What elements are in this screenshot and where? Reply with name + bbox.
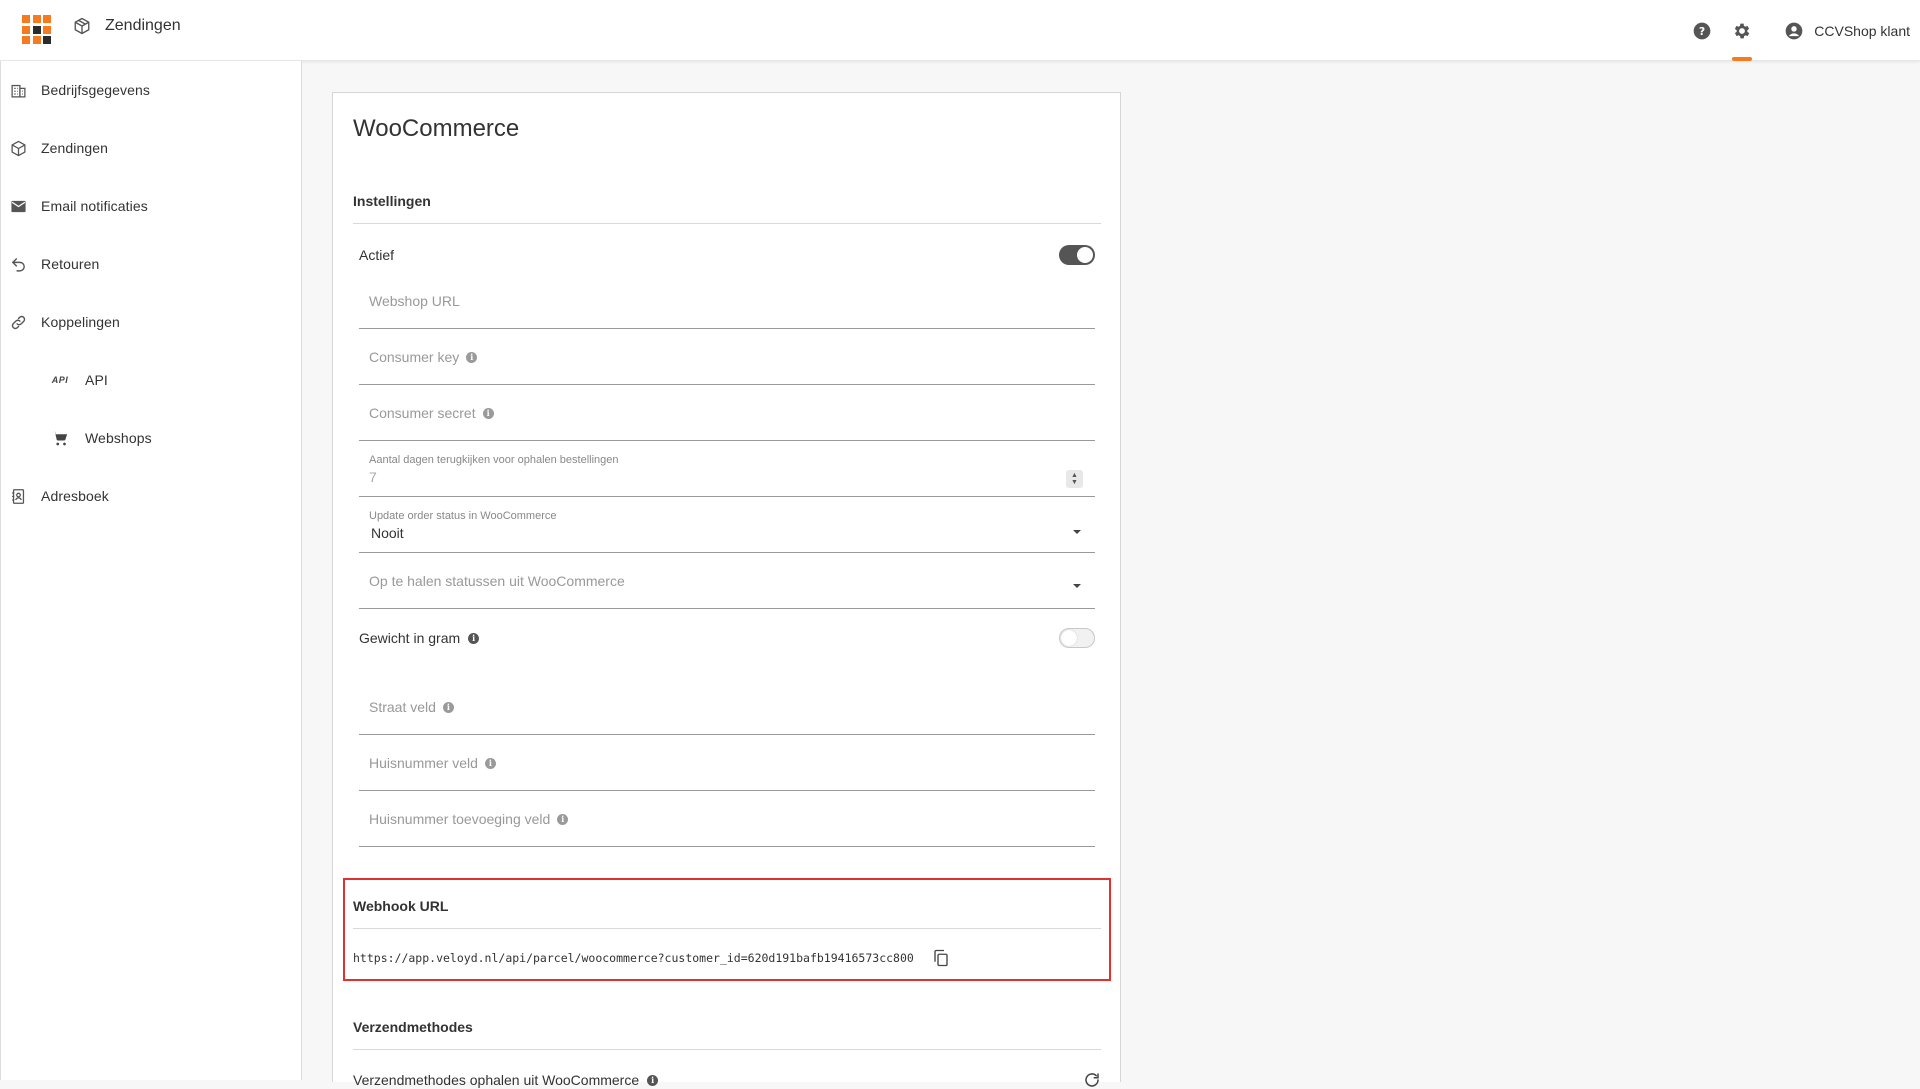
apps-grid-icon[interactable] bbox=[22, 15, 51, 44]
copy-icon[interactable] bbox=[932, 948, 950, 968]
sidebar-item-label: Email notificaties bbox=[41, 198, 148, 214]
api-icon: API bbox=[51, 371, 69, 389]
sidebar-item-label: Koppelingen bbox=[41, 314, 120, 330]
settings-button[interactable] bbox=[1722, 0, 1762, 61]
top-bar: Zendingen ? CCVShop klant bbox=[0, 0, 1920, 61]
housenumber-field-input[interactable]: Huisnummer veld i bbox=[359, 735, 1095, 791]
webshop-url-input[interactable]: Webshop URL bbox=[359, 273, 1095, 329]
user-name: CCVShop klant bbox=[1814, 22, 1910, 39]
mail-icon bbox=[10, 200, 26, 212]
sidebar-item-label: Webshops bbox=[85, 430, 152, 446]
sidebar-item-label: Retouren bbox=[41, 256, 100, 272]
caret-down-icon bbox=[1073, 584, 1081, 588]
section-heading-webhook: Webhook URL bbox=[353, 898, 1101, 929]
refresh-icon[interactable] bbox=[1083, 1071, 1101, 1089]
section-heading-verzendmethodes: Verzendmethodes bbox=[353, 1019, 1101, 1050]
sidebar: Bedrijfsgegevens Zendingen Email notific… bbox=[0, 61, 302, 1080]
number-stepper[interactable]: ▲ ▼ bbox=[1066, 470, 1083, 488]
info-icon[interactable]: i bbox=[468, 632, 480, 644]
days-lookback-input[interactable]: Aantal dagen terugkijken voor ophalen be… bbox=[359, 441, 1095, 497]
housenumber-addition-input[interactable]: Huisnummer toevoeging veld i bbox=[359, 791, 1095, 847]
sidebar-item-email-notificaties[interactable]: Email notificaties bbox=[1, 177, 301, 235]
woocommerce-card: WooCommerce Instellingen Actief Webshop … bbox=[332, 92, 1121, 1088]
weight-label: Gewicht in gram bbox=[359, 630, 461, 646]
help-button[interactable]: ? bbox=[1682, 0, 1722, 61]
update-order-status-label: Update order status in WooCommerce bbox=[369, 510, 557, 522]
days-lookback-value: 7 bbox=[369, 469, 377, 485]
sidebar-item-label: Adresboek bbox=[41, 488, 109, 504]
cart-icon bbox=[52, 431, 68, 446]
section-heading-instellingen: Instellingen bbox=[353, 193, 1101, 224]
chevron-up-icon[interactable]: ▲ bbox=[1071, 472, 1078, 479]
svg-text:?: ? bbox=[1699, 24, 1705, 37]
app-title[interactable]: Zendingen bbox=[73, 17, 181, 35]
shipping-fetch-label: Verzendmethodes ophalen uit WooCommerce bbox=[353, 1072, 640, 1088]
consumer-secret-placeholder: Consumer secret bbox=[369, 405, 476, 421]
help-icon: ? bbox=[1693, 22, 1711, 39]
caret-down-icon bbox=[1073, 530, 1081, 534]
active-row: Actief bbox=[359, 240, 1095, 270]
package-icon bbox=[10, 140, 26, 156]
info-icon[interactable]: i bbox=[442, 701, 454, 713]
sidebar-item-label: API bbox=[85, 372, 108, 388]
shipping-fetch-row: Verzendmethodes ophalen uit WooCommerce … bbox=[353, 1071, 1101, 1089]
app-title-label: Zendingen bbox=[105, 17, 181, 34]
housenumber-field-placeholder: Huisnummer veld bbox=[369, 755, 478, 771]
address-book-icon bbox=[11, 488, 24, 504]
consumer-key-placeholder: Consumer key bbox=[369, 349, 460, 365]
building-icon bbox=[10, 84, 26, 98]
info-icon[interactable]: i bbox=[484, 757, 496, 769]
days-lookback-label: Aantal dagen terugkijken voor ophalen be… bbox=[369, 454, 619, 466]
sidebar-item-koppelingen[interactable]: Koppelingen bbox=[1, 293, 301, 351]
webshop-url-placeholder: Webshop URL bbox=[369, 293, 460, 309]
link-icon bbox=[11, 315, 25, 329]
info-icon[interactable]: i bbox=[466, 351, 478, 363]
info-icon[interactable]: i bbox=[482, 407, 494, 419]
sidebar-item-webshops[interactable]: Webshops bbox=[1, 409, 301, 467]
fetch-statuses-placeholder: Op te halen statussen uit WooCommerce bbox=[369, 573, 625, 589]
housenumber-addition-placeholder: Huisnummer toevoeging veld bbox=[369, 811, 551, 827]
info-icon[interactable]: i bbox=[557, 813, 569, 825]
sidebar-item-adresboek[interactable]: Adresboek bbox=[1, 467, 301, 525]
active-label: Actief bbox=[359, 247, 395, 263]
user-menu[interactable]: CCVShop klant bbox=[1784, 21, 1910, 41]
consumer-key-input[interactable]: Consumer key i bbox=[359, 329, 1095, 385]
gear-icon bbox=[1735, 23, 1750, 38]
sidebar-item-zendingen[interactable]: Zendingen bbox=[1, 119, 301, 177]
street-field-placeholder: Straat veld bbox=[369, 699, 436, 715]
sidebar-item-api[interactable]: API API bbox=[1, 351, 301, 409]
update-order-status-select[interactable]: Update order status in WooCommerce Nooit bbox=[359, 497, 1095, 553]
account-icon bbox=[1785, 22, 1803, 39]
weight-toggle[interactable] bbox=[1059, 628, 1095, 648]
info-icon[interactable]: i bbox=[647, 1074, 659, 1086]
fetch-statuses-select[interactable]: Op te halen statussen uit WooCommerce bbox=[359, 553, 1095, 609]
sidebar-item-retouren[interactable]: Retouren bbox=[1, 235, 301, 293]
api-icon-text: API bbox=[51, 375, 69, 385]
sidebar-item-label: Zendingen bbox=[41, 140, 109, 156]
sidebar-item-label: Bedrijfsgegevens bbox=[41, 82, 150, 98]
street-field-input[interactable]: Straat veld i bbox=[359, 679, 1095, 735]
return-icon bbox=[11, 257, 25, 272]
webhook-url-row: https://app.veloyd.nl/api/parcel/woocomm… bbox=[353, 948, 950, 968]
consumer-secret-input[interactable]: Consumer secret i bbox=[359, 385, 1095, 441]
chevron-down-icon[interactable]: ▼ bbox=[1071, 479, 1078, 486]
update-order-status-value: Nooit bbox=[371, 525, 404, 541]
weight-row: Gewicht in gram i bbox=[359, 623, 1095, 653]
active-toggle[interactable] bbox=[1059, 245, 1095, 265]
package-icon bbox=[74, 17, 90, 35]
sidebar-item-bedrijfsgegevens[interactable]: Bedrijfsgegevens bbox=[1, 61, 301, 119]
page-title: WooCommerce bbox=[353, 115, 520, 142]
webhook-url-value: https://app.veloyd.nl/api/parcel/woocomm… bbox=[353, 951, 914, 965]
